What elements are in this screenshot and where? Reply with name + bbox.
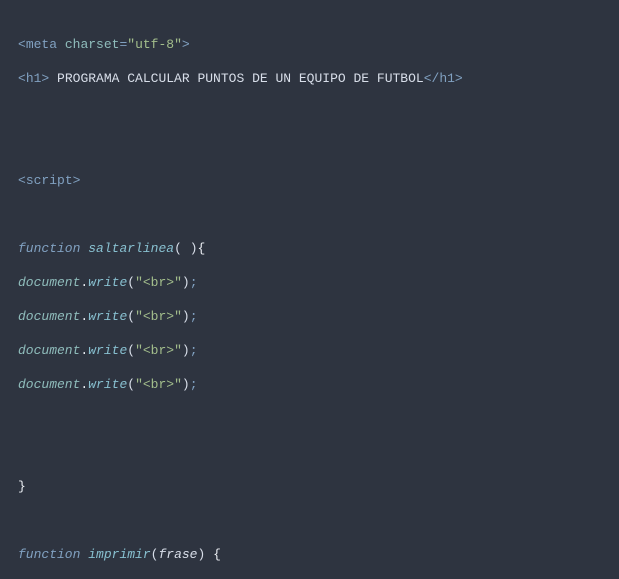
code-line[interactable]: function imprimir(frase) { [6, 546, 619, 563]
semicolon: ; [190, 343, 198, 358]
document-obj: document [18, 275, 80, 290]
paren-close: ) [182, 275, 190, 290]
tag-meta: meta [26, 37, 57, 52]
paren-close: ) [182, 377, 190, 392]
angle-close: > [182, 37, 190, 52]
call-write: write [88, 275, 127, 290]
code-line[interactable]: <meta charset="utf-8"> [6, 36, 619, 53]
tag-script: script [26, 173, 73, 188]
angle-open: < [18, 173, 26, 188]
func-name: imprimir [88, 547, 150, 562]
semicolon: ; [190, 377, 198, 392]
code-line[interactable]: document.write("<br>"); [6, 308, 619, 325]
paren-open: ( [127, 377, 135, 392]
blank-line[interactable] [6, 410, 619, 427]
code-editor[interactable]: <meta charset="utf-8"> <h1> PROGRAMA CAL… [0, 0, 619, 579]
document-obj: document [18, 377, 80, 392]
code-line[interactable]: <script> [6, 172, 619, 189]
code-line[interactable]: } [6, 478, 619, 495]
param-frase: frase [158, 547, 197, 562]
angle-close: > [455, 71, 463, 86]
code-line[interactable]: <h1> PROGRAMA CALCULAR PUNTOS DE UN EQUI… [6, 70, 619, 87]
paren-close: ) [182, 343, 190, 358]
document-obj: document [18, 343, 80, 358]
blank-line[interactable] [6, 104, 619, 121]
string-br: "<br>" [135, 377, 182, 392]
keyword-function: function [18, 241, 80, 256]
code-line[interactable]: document.write("<br>"); [6, 342, 619, 359]
paren-open: ( [127, 309, 135, 324]
brace-open: { [198, 241, 206, 256]
code-line[interactable]: function saltarlinea( ){ [6, 240, 619, 257]
angle-open: </ [424, 71, 440, 86]
paren-open: ( [127, 343, 135, 358]
document-obj: document [18, 309, 80, 324]
call-write: write [88, 343, 127, 358]
tag-h1-close: h1 [439, 71, 455, 86]
blank-line[interactable] [6, 444, 619, 461]
semicolon: ; [190, 275, 198, 290]
paren-open: ( [127, 275, 135, 290]
keyword-function: function [18, 547, 80, 562]
blank-line[interactable] [6, 206, 619, 223]
paren-close: ) [190, 241, 198, 256]
angle-open: < [18, 71, 26, 86]
tag-h1: h1 [26, 71, 42, 86]
string-br: "<br>" [135, 343, 182, 358]
string-br: "<br>" [135, 275, 182, 290]
code-line[interactable]: document.write("<br>"); [6, 274, 619, 291]
func-name: saltarlinea [88, 241, 174, 256]
code-line[interactable]: document.write("<br>"); [6, 376, 619, 393]
h1-text: PROGRAMA CALCULAR PUNTOS DE UN EQUIPO DE… [49, 71, 423, 86]
paren-open: ( [174, 241, 182, 256]
string-br: "<br>" [135, 309, 182, 324]
attr-value: "utf-8" [127, 37, 182, 52]
brace-open: { [213, 547, 221, 562]
call-write: write [88, 377, 127, 392]
blank-line[interactable] [6, 512, 619, 529]
brace-close: } [18, 479, 26, 494]
semicolon: ; [190, 309, 198, 324]
angle-open: < [18, 37, 26, 52]
attr-name: charset [65, 37, 120, 52]
blank-line[interactable] [6, 138, 619, 155]
angle-close: > [73, 173, 81, 188]
call-write: write [88, 309, 127, 324]
paren-close: ) [182, 309, 190, 324]
